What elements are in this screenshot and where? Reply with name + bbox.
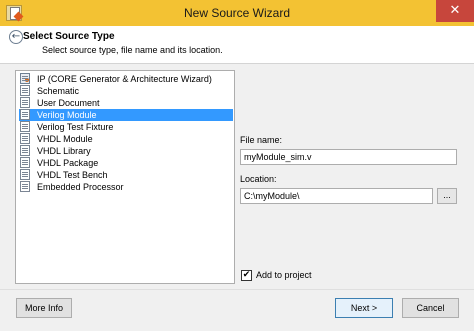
- source-type-list[interactable]: IP (CORE Generator & Architecture Wizard…: [15, 70, 235, 284]
- list-item-vhdl-library[interactable]: VHDL Library: [19, 145, 233, 157]
- document-icon: [20, 97, 30, 108]
- close-button[interactable]: ✕: [436, 0, 474, 22]
- document-icon: [20, 133, 30, 144]
- list-item-verilog-module[interactable]: Verilog Module: [19, 109, 233, 121]
- new-source-wizard-window: New Source Wizard ✕ ← Select Source Type…: [0, 0, 474, 331]
- list-item-label: VHDL Package: [37, 158, 99, 168]
- list-item-user-document[interactable]: User Document: [19, 97, 233, 109]
- list-item-ip-core[interactable]: IP (CORE Generator & Architecture Wizard…: [19, 73, 233, 85]
- title-bar: New Source Wizard ✕: [0, 0, 474, 26]
- next-button[interactable]: Next >: [335, 298, 393, 318]
- list-item-label: User Document: [37, 98, 100, 108]
- cancel-button[interactable]: Cancel: [402, 298, 459, 318]
- list-item-label: VHDL Library: [37, 146, 91, 156]
- file-name-input[interactable]: myModule_sim.v: [240, 149, 457, 165]
- document-icon: [20, 145, 30, 156]
- list-item-embedded-processor[interactable]: Embedded Processor: [19, 181, 233, 193]
- document-icon: [20, 121, 30, 132]
- footer-divider: [0, 289, 474, 290]
- list-item-label: Schematic: [37, 86, 80, 96]
- window-title: New Source Wizard: [183, 6, 291, 20]
- page-subtitle: Select source type, file name and its lo…: [42, 45, 223, 55]
- more-info-button[interactable]: More Info: [16, 298, 72, 318]
- add-to-project-checkbox[interactable]: ✔: [241, 270, 252, 281]
- ip-core-icon: [20, 73, 30, 84]
- location-input[interactable]: C:\myModule\: [240, 188, 433, 204]
- location-label: Location:: [240, 174, 277, 184]
- list-item-vhdl-package[interactable]: VHDL Package: [19, 157, 233, 169]
- browse-button[interactable]: ...: [437, 188, 457, 204]
- document-icon: [20, 169, 30, 180]
- list-item-label: VHDL Test Bench: [37, 170, 108, 180]
- list-item-label: Embedded Processor: [37, 182, 124, 192]
- list-item-vhdl-module[interactable]: VHDL Module: [19, 133, 233, 145]
- list-item-verilog-test-fixture[interactable]: Verilog Test Fixture: [19, 121, 233, 133]
- list-item-label: Verilog Module: [37, 110, 97, 120]
- wizard-header: ← Select Source Type Select source type,…: [0, 26, 474, 64]
- list-item-schematic[interactable]: Schematic: [19, 85, 233, 97]
- document-icon: [20, 157, 30, 168]
- list-item-vhdl-test-bench[interactable]: VHDL Test Bench: [19, 169, 233, 181]
- page-title: Select Source Type: [23, 31, 115, 42]
- list-item-label: VHDL Module: [37, 134, 93, 144]
- file-name-label: File name:: [240, 135, 283, 145]
- document-icon: [20, 109, 30, 120]
- list-item-label: IP (CORE Generator & Architecture Wizard…: [37, 74, 212, 84]
- document-icon: [20, 181, 30, 192]
- back-arrow-icon[interactable]: ←: [9, 30, 23, 44]
- list-item-label: Verilog Test Fixture: [37, 122, 114, 132]
- add-to-project-label: Add to project: [256, 270, 312, 280]
- document-icon: [20, 85, 30, 96]
